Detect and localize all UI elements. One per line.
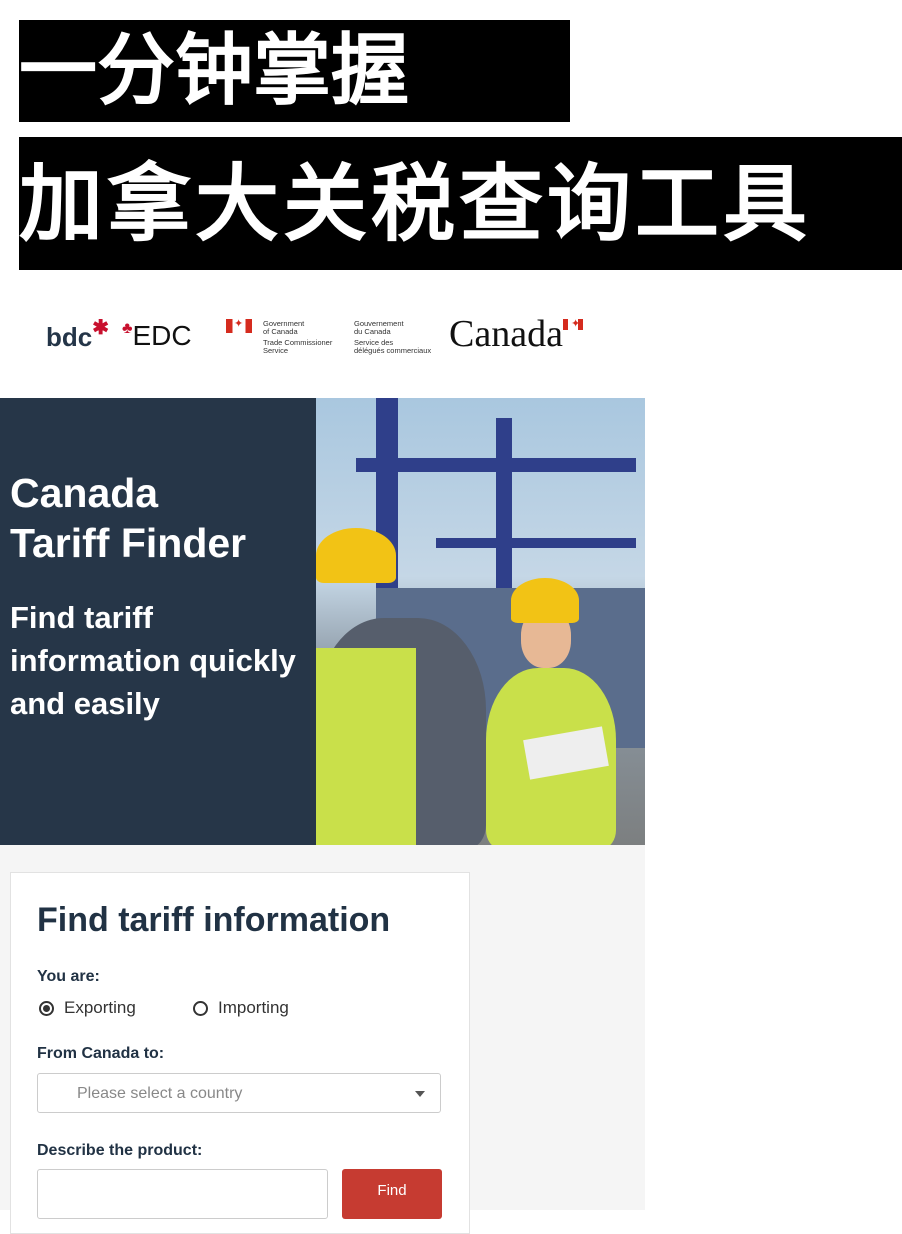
tcs-english-logo: Government of Canada Trade Commissioner Ser…: [263, 319, 333, 355]
form-page: Find tariff information You are: Exporti…: [0, 845, 645, 1234]
you-are-label: You are:: [37, 968, 100, 985]
maple-leaf-icon: ✱: [92, 317, 109, 339]
form-title: Find tariff information: [37, 901, 391, 939]
radio-importing[interactable]: Importing: [193, 998, 289, 1018]
hero-subtitle: Find tariff information quickly and easi…: [10, 600, 296, 721]
bdc-logo: bdc✱: [46, 317, 109, 352]
canada-flag-icon: [563, 317, 583, 330]
country-select[interactable]: Please select a country: [37, 1073, 441, 1113]
canada-wordmark: Canada: [449, 313, 563, 355]
banner-line-2: 加拿大关税查询工具: [19, 137, 902, 270]
hero-text-panel: Canada Tariff Finder Find tariff informat…: [0, 398, 316, 845]
radio-unchecked-icon[interactable]: [193, 1000, 208, 1016]
hero: Canada Tariff Finder Find tariff informat…: [0, 398, 645, 845]
radio-exporting[interactable]: Exporting: [39, 998, 136, 1018]
chevron-down-icon[interactable]: [415, 1091, 425, 1097]
banner-line-1: 一分钟掌握: [19, 20, 570, 122]
radio-checked-icon[interactable]: [39, 1000, 54, 1016]
find-button[interactable]: Find: [342, 1169, 442, 1219]
hero-photo-workers: [316, 398, 645, 845]
maple-leaf-icon: ♣: [122, 320, 133, 337]
product-label: Describe the product:: [37, 1142, 203, 1159]
canada-flag-icon: [226, 317, 252, 333]
partner-logos: bdc✱ ♣EDC Governmentof CanadaTrade Commi…: [0, 300, 645, 398]
product-input[interactable]: [37, 1169, 328, 1219]
tariff-form-card: Find tariff information You are: Exporti…: [10, 872, 470, 1234]
country-label: From Canada to:: [37, 1045, 165, 1062]
tcs-french-logo: Gouvernement du Canada Service des délégués…: [354, 319, 432, 355]
hero-title: Canada Tariff Finder: [10, 470, 247, 566]
edc-logo: ♣EDC: [122, 320, 192, 351]
